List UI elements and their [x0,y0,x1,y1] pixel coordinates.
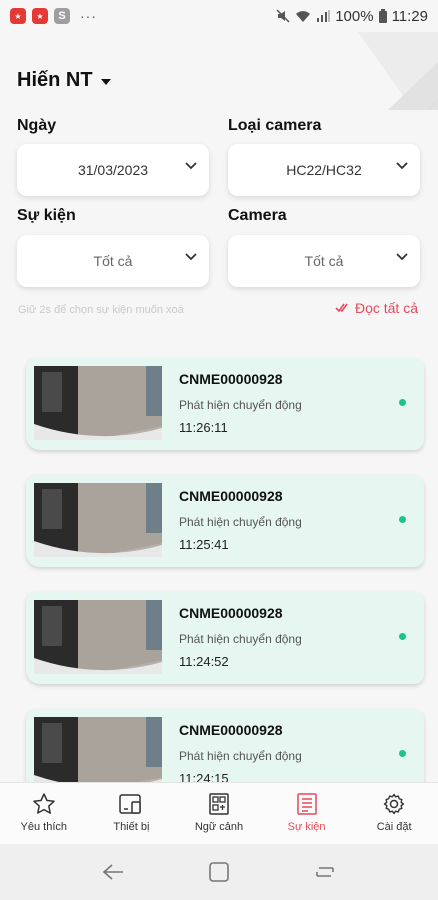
camera-type-select[interactable]: HC22/HC32 [228,144,420,196]
battery-icon [378,9,387,23]
dropdown-caret-icon [100,78,111,85]
nav-label: Sự kiện [287,821,326,833]
wifi-icon [296,11,311,22]
event-camera-id: CNME00000928 [179,605,283,621]
unread-dot [399,750,406,757]
event-type: Phát hiện chuyển động [179,749,302,763]
gear-icon [383,793,405,815]
camera-label: Camera [228,207,287,224]
gift-app-icon: ★ [32,8,48,24]
event-label: Sự kiện [17,207,76,224]
chevron-down-icon [185,253,197,261]
nav-devices[interactable]: Thiết bị [88,783,176,844]
nav-favorites[interactable]: Yêu thích [0,783,88,844]
recents-icon[interactable] [313,862,337,882]
camera-select[interactable]: Tốt cả [228,235,420,287]
event-camera-id: CNME00000928 [179,488,283,504]
read-all-button[interactable]: Đọc tất cả [335,300,418,316]
double-check-icon [335,303,348,313]
nav-settings[interactable]: Cài đặt [350,783,438,844]
event-value: Tốt cả [93,253,133,269]
event-list-icon [296,793,317,815]
date-label: Ngày [17,117,57,134]
event-list[interactable]: CNME00000928 Phát hiện chuyển động 11:26… [0,350,438,782]
event-time: 11:24:15 [179,771,229,782]
camera-type-label: Loại camera [228,117,322,134]
event-type: Phát hiện chuyển động [179,398,302,412]
star-icon [33,793,55,814]
event-type: Phát hiện chuyển động [179,632,302,646]
user-selector[interactable]: Hiến NT [17,69,111,92]
status-bar: ★ ★ S ··· 100% 11:29 [0,0,438,32]
chevron-down-icon [185,162,197,170]
event-card[interactable]: CNME00000928 Phát hiện chuyển động 11:24… [26,592,424,684]
more-notifications-icon: ··· [80,8,97,24]
chevron-down-icon [396,162,408,170]
bottom-navigation: Yêu thích Thiết bị Ngữ cảnh Sự kiện Cài … [0,782,438,844]
devices-icon [119,794,142,814]
app-header: Hiến NT [0,32,438,112]
camera-snapshot [34,600,162,674]
event-card[interactable]: CNME00000928 Phát hiện chuyển động 11:26… [26,358,424,450]
header-decoration [358,32,438,110]
nav-label: Cài đặt [376,821,412,833]
scene-icon [209,793,229,815]
camera-type-value: HC22/HC32 [286,162,362,178]
event-time: 11:26:11 [179,420,228,435]
s-app-icon: S [54,8,70,24]
event-camera-id: CNME00000928 [179,371,283,387]
mute-icon [276,9,290,23]
event-card[interactable]: CNME00000928 Phát hiện chuyển động 11:25… [26,475,424,567]
date-value: 31/03/2023 [77,162,149,178]
nav-events[interactable]: Sự kiện [263,783,351,844]
battery-percent: 100% [335,7,374,25]
event-time: 11:24:52 [179,654,229,669]
unread-dot [399,399,406,406]
unread-dot [399,516,406,523]
system-navigation-bar [0,844,438,900]
nav-label: Thiết bị [113,821,150,833]
camera-value: Tốt cả [304,253,344,269]
user-name: Hiến NT [17,69,93,91]
back-icon[interactable] [101,862,125,882]
camera-snapshot [34,366,162,440]
date-picker[interactable]: 31/03/2023 [17,144,209,196]
home-icon[interactable] [208,861,230,883]
event-card[interactable]: CNME00000928 Phát hiện chuyển động 11:24… [26,709,424,782]
unread-dot [399,633,406,640]
signal-icon [317,10,331,22]
event-select[interactable]: Tốt cả [17,235,209,287]
chevron-down-icon [396,253,408,261]
event-camera-id: CNME00000928 [179,722,283,738]
nav-label: Ngữ cảnh [194,821,244,833]
event-time: 11:25:41 [179,537,229,552]
camera-snapshot [34,483,162,557]
delete-hint: Giữ 2s để chọn sự kiện muốn xoá [18,304,184,316]
camera-snapshot [34,717,162,782]
gift-app-icon: ★ [10,8,26,24]
event-type: Phát hiện chuyển động [179,515,302,529]
nav-label: Yêu thích [20,821,68,833]
clock: 11:29 [391,7,428,25]
nav-scenes[interactable]: Ngữ cảnh [175,783,263,844]
read-all-label: Đọc tất cả [354,300,418,316]
